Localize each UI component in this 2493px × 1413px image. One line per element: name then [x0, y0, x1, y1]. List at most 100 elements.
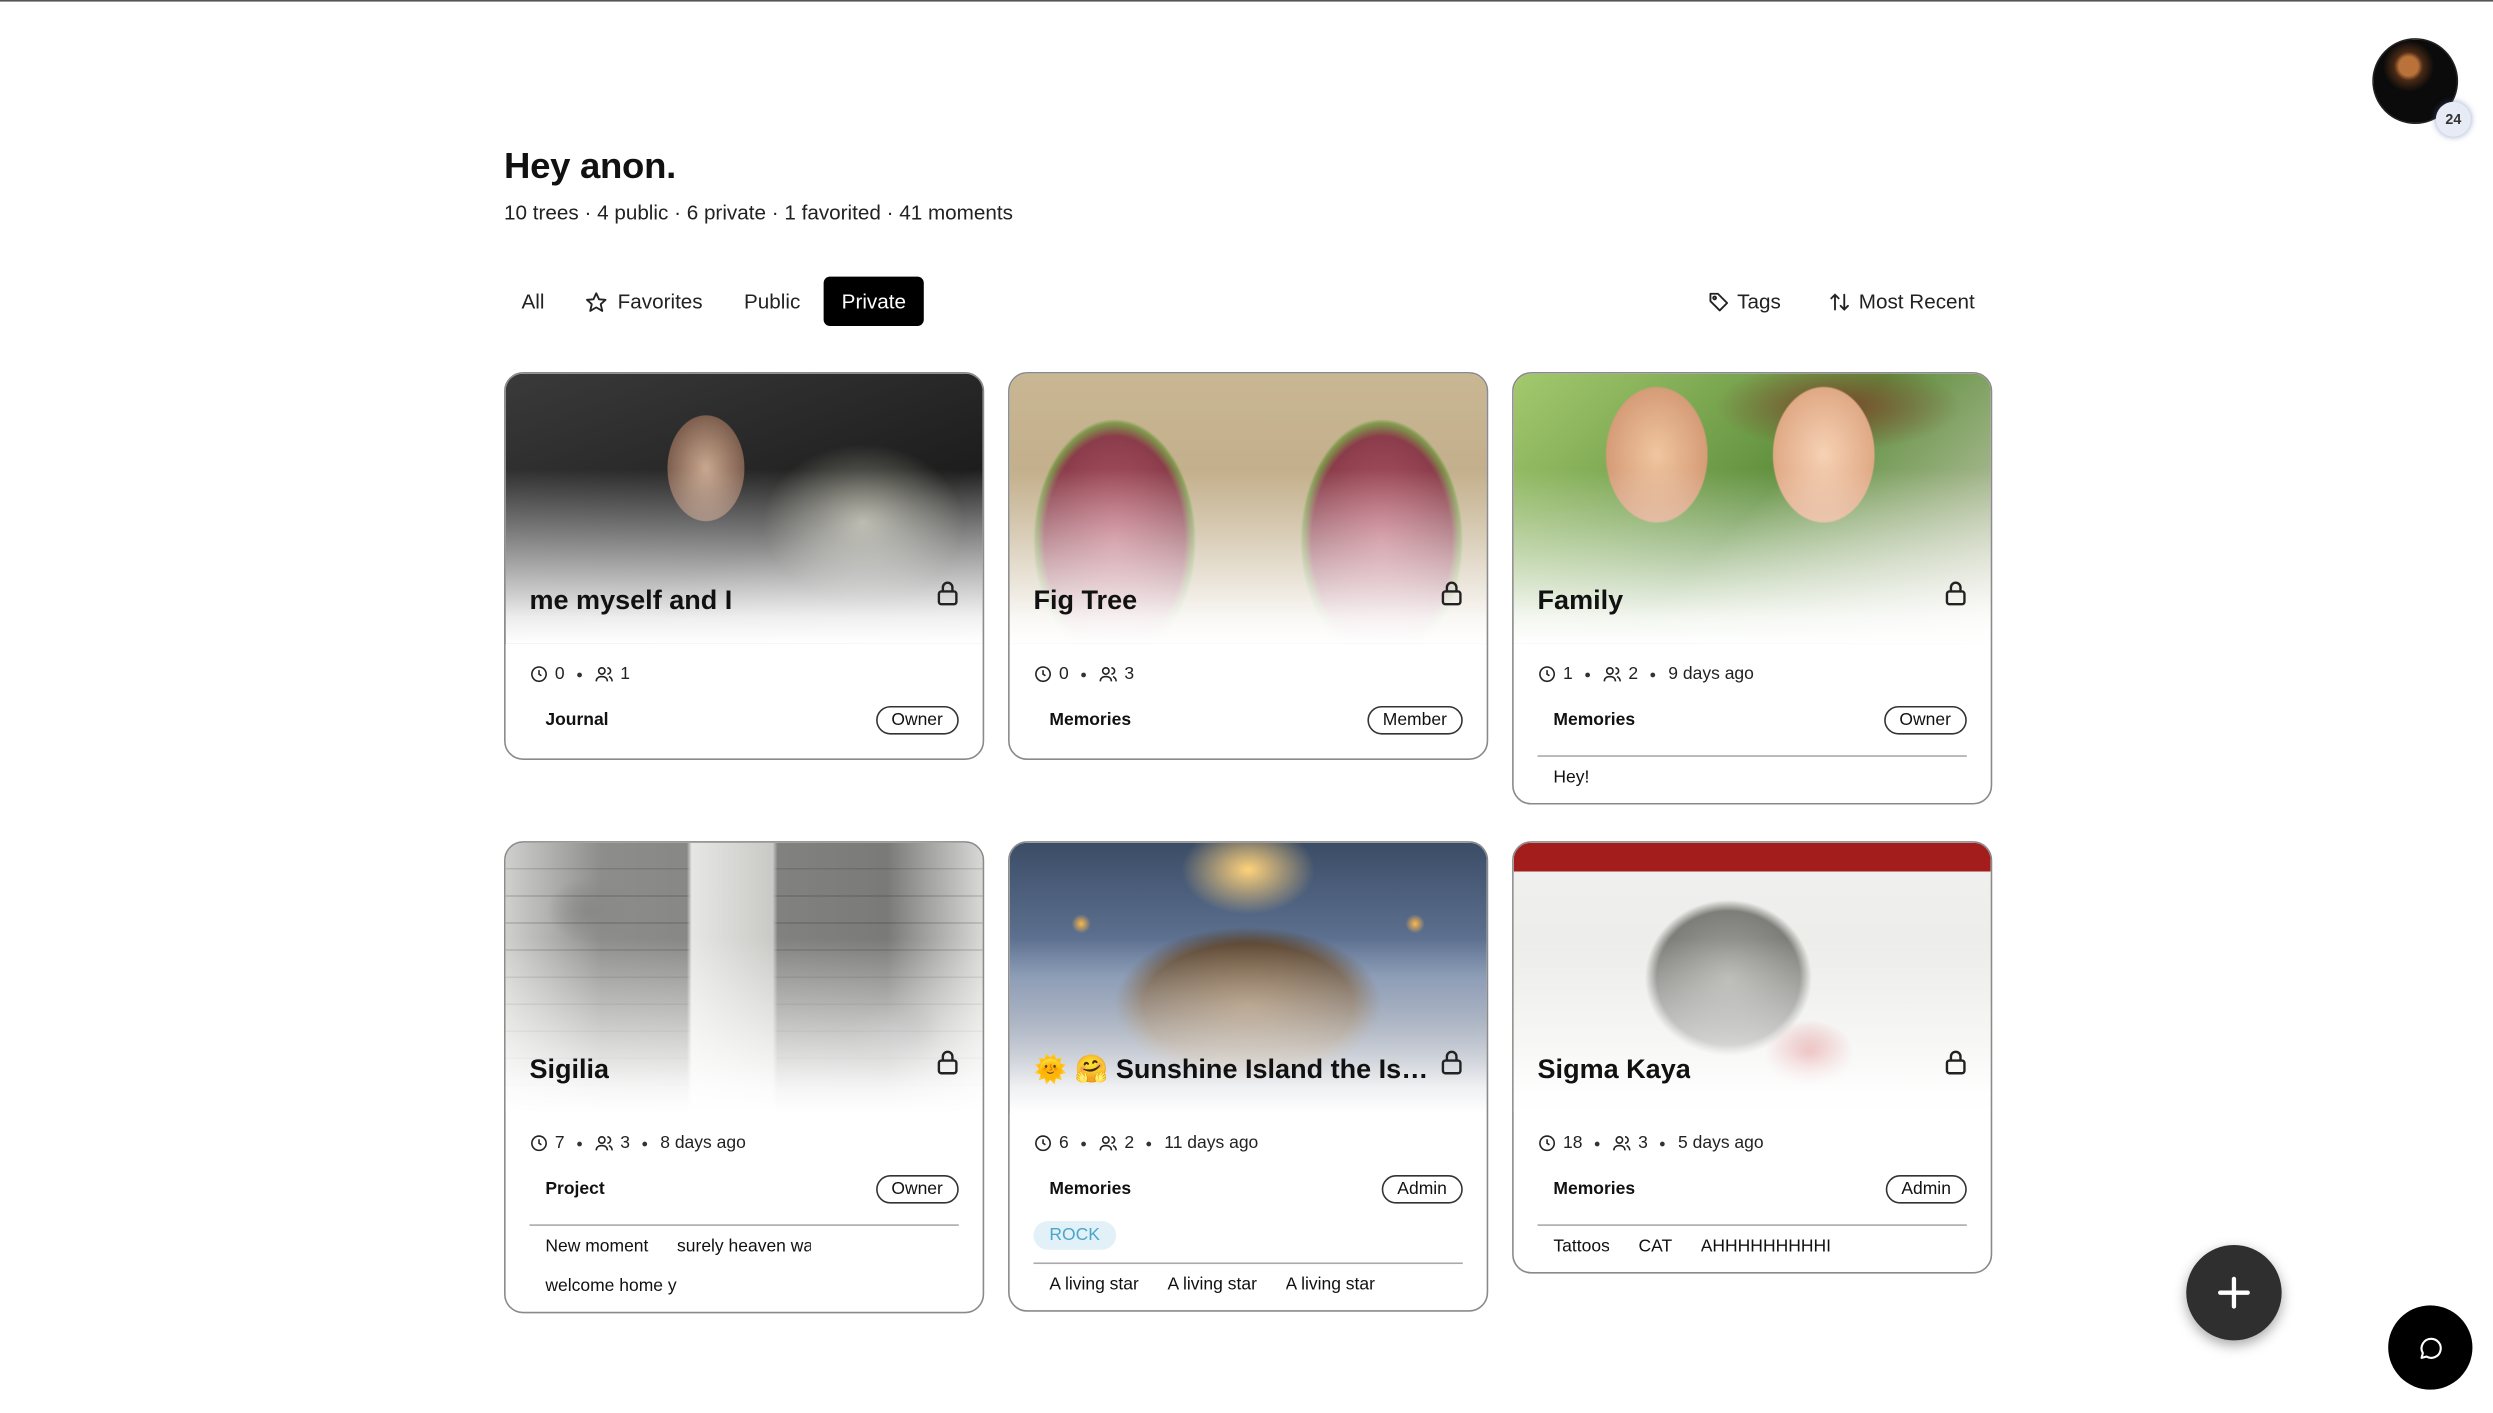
card-meta: 0 3	[1010, 644, 1487, 689]
card-meta: 7 3 8 days ago	[506, 1113, 983, 1158]
moment-item[interactable]: A living star	[1049, 1275, 1138, 1294]
moment-count: 0	[554, 664, 565, 684]
card-cover-image: me myself and I	[505, 373, 983, 644]
clock-icon	[1035, 1135, 1051, 1152]
tab-favorites-label: Favorites	[617, 289, 703, 314]
page: 24 Hey anon. 10 trees · 4 public · 6 pri…	[0, 0, 2493, 1413]
add-tree-button[interactable]	[2186, 1244, 2282, 1341]
card-category: Project	[545, 1179, 605, 1199]
moment-item[interactable]: New moment	[545, 1237, 648, 1256]
clock-icon	[1539, 1135, 1556, 1152]
tree-stats: 10 trees · 4 public · 6 private · 1 favo…	[504, 200, 1013, 225]
moment-count: 6	[1058, 1133, 1069, 1153]
role-badge: Owner	[1883, 705, 1967, 735]
tag-chip[interactable]: ROCK	[1033, 1221, 1116, 1250]
card-meta: 0 1	[506, 644, 983, 689]
last-updated: 9 days ago	[1668, 664, 1754, 684]
tag-icon	[1708, 292, 1728, 311]
member-count: 2	[1124, 1133, 1135, 1153]
member-count: 3	[1638, 1133, 1648, 1153]
last-updated: 8 days ago	[660, 1133, 746, 1153]
member-count: 1	[620, 664, 631, 684]
tree-card[interactable]: 🌞 🤗 Sunshine Island the Isle of Light 6 …	[1008, 841, 1489, 1312]
card-cover-image: Fig Tree	[1009, 373, 1487, 644]
card-meta: 18 3 5 days ago	[1514, 1113, 1991, 1158]
recent-moments: Tattoos CAT AHHHHHHHHHI	[1537, 1224, 1967, 1256]
tab-public-label: Public	[743, 289, 801, 314]
card-cover-image: Sigilia	[505, 842, 983, 1113]
page-title: Hey anon.	[504, 144, 676, 187]
tree-card[interactable]: me myself and I 0 1 Journal Owner	[504, 372, 985, 761]
role-badge: Owner	[875, 1175, 959, 1204]
users-icon	[1099, 1136, 1118, 1151]
plus-icon	[2218, 1276, 2250, 1309]
moment-count: 0	[1058, 664, 1069, 684]
card-category: Memories	[1553, 1179, 1636, 1199]
moment-count: 18	[1562, 1133, 1583, 1153]
member-count: 3	[1124, 664, 1135, 684]
tab-all[interactable]: All	[504, 277, 562, 326]
card-category: Memories	[1049, 1179, 1132, 1199]
chat-button[interactable]	[2388, 1305, 2473, 1390]
role-badge: Member	[1366, 705, 1463, 735]
moment-item[interactable]: CAT	[1638, 1237, 1672, 1256]
lock-icon	[1945, 1050, 1966, 1075]
toolbar-right: Tags Most Recent	[1691, 277, 1991, 326]
moment-item[interactable]: A living star	[1167, 1275, 1256, 1294]
recent-moments: A living star A living star A living sta…	[1033, 1262, 1463, 1294]
card-title: Fig Tree	[1033, 585, 1138, 616]
users-icon	[1613, 1136, 1631, 1151]
tree-card[interactable]: Fig Tree 0 3 Memories Member	[1008, 372, 1489, 761]
sort-button[interactable]: Most Recent	[1813, 277, 1991, 326]
moment-item[interactable]: surely heaven wa	[677, 1237, 811, 1256]
tree-card[interactable]: Sigilia 7 3 8 days ago Project Owner New …	[504, 841, 985, 1314]
card-title: me myself and I	[529, 585, 733, 616]
users-icon	[1099, 667, 1118, 682]
card-title: Sigma Kaya	[1537, 1054, 1691, 1085]
tree-card[interactable]: Sigma Kaya 18 3 5 days ago Memories Admin…	[1512, 841, 1993, 1274]
user-avatar-button[interactable]: 24	[2372, 38, 2471, 137]
card-category: Memories	[1553, 710, 1636, 730]
clock-icon	[1035, 666, 1051, 683]
moment-count: 7	[554, 1133, 565, 1153]
last-updated: 11 days ago	[1164, 1133, 1259, 1153]
top-border	[0, 0, 2493, 2]
tab-private[interactable]: Private	[824, 276, 924, 326]
recent-moments: Hey!	[1537, 755, 1967, 787]
role-badge: Owner	[875, 705, 959, 735]
moment-count: 1	[1562, 664, 1573, 684]
tags-filter-button[interactable]: Tags	[1691, 277, 1797, 326]
member-count: 3	[620, 1133, 631, 1153]
lock-icon	[1945, 581, 1966, 606]
role-badge: Admin	[1885, 1175, 1967, 1204]
clock-icon	[531, 666, 547, 683]
moment-item[interactable]: AHHHHHHHHHI	[1701, 1237, 1831, 1256]
filter-tabs: All Favorites Public Private	[504, 276, 924, 326]
recent-moments: New moment surely heaven wa welcome home…	[529, 1224, 959, 1296]
moment-item[interactable]: Hey!	[1553, 768, 1589, 787]
chat-bubble-icon	[2419, 1336, 2442, 1359]
clock-icon	[1539, 666, 1556, 683]
clock-icon	[531, 1135, 547, 1152]
users-icon	[595, 1136, 614, 1151]
tab-public[interactable]: Public	[727, 277, 818, 326]
card-cover-image: Family	[1513, 373, 1991, 644]
card-title: Family	[1537, 585, 1624, 616]
users-icon	[595, 667, 614, 682]
card-title: Sigilia	[529, 1054, 610, 1085]
tree-card[interactable]: Family 1 2 9 days ago Memories Owner Hey!	[1512, 372, 1993, 805]
role-badge: Admin	[1381, 1175, 1463, 1204]
moment-item[interactable]: A living star	[1286, 1275, 1375, 1294]
lock-icon	[1441, 1050, 1462, 1075]
member-count: 2	[1628, 664, 1639, 684]
last-updated: 5 days ago	[1678, 1133, 1764, 1153]
sort-icon	[1830, 292, 1849, 311]
tab-favorites[interactable]: Favorites	[568, 277, 720, 326]
card-cover-image: 🌞 🤗 Sunshine Island the Isle of Light	[1009, 842, 1487, 1113]
moment-item[interactable]: Tattoos	[1553, 1237, 1609, 1256]
lock-icon	[937, 581, 958, 606]
card-category: Journal	[545, 710, 609, 730]
card-category: Memories	[1049, 710, 1132, 730]
card-meta: 1 2 9 days ago	[1514, 644, 1991, 689]
moment-item[interactable]: welcome home y	[545, 1277, 679, 1296]
